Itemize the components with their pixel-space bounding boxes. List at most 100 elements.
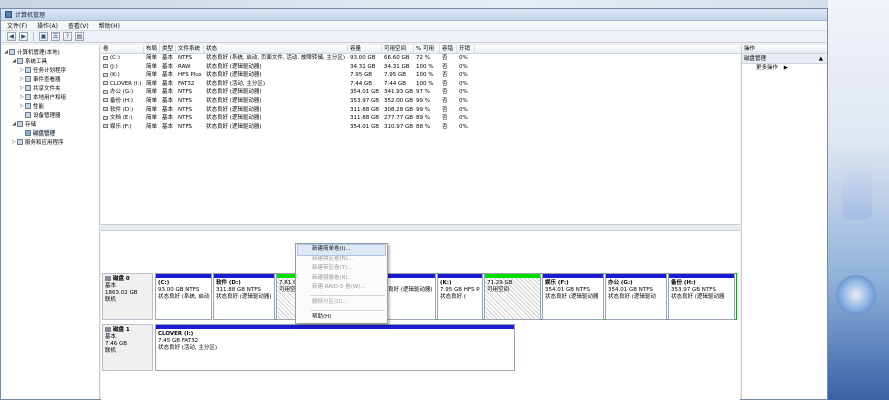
tree-node-icon bbox=[25, 129, 31, 136]
table-row[interactable]: 娱乐 (F:) 简单 基本 NTFS 状态良好 (逻辑驱动器) 354.01 GB 310.… bbox=[101, 123, 740, 132]
table-cell: 否 bbox=[442, 115, 448, 122]
disk-0-label[interactable]: 磁盘 0 基本 1863.02 GB 联机 bbox=[102, 273, 153, 320]
tree-item[interactable]: ▷ 性能 bbox=[1, 101, 99, 110]
disk-1-row: 磁盘 1 基本 7.46 GB 联机 CLOVER (I:) 7.45 GB FA… bbox=[101, 324, 740, 371]
partition-text: 备份 (H:) 353.97 GB NTFS 状态良好 (逻辑驱动器 bbox=[671, 280, 732, 301]
context-menu-item: 新建镜像卷(R)... bbox=[312, 274, 353, 281]
disk-0-partition[interactable]: (C:) 93.00 GB NTFS 状态良好 (系统, 启动 bbox=[155, 273, 212, 320]
menu-separator bbox=[310, 294, 385, 296]
table-cell: 基本 bbox=[162, 123, 174, 130]
tree-node-icon bbox=[25, 66, 31, 73]
context-menu-item: 删除分区(D)... bbox=[312, 298, 348, 305]
table-cell: 354.01 GB bbox=[350, 123, 380, 130]
title-bar[interactable]: 计算机管理 bbox=[1, 9, 827, 21]
disk-0-partition[interactable]: 软件 (D:) 311.88 GB NTFS 状态良好 (逻辑驱动器) bbox=[213, 273, 275, 320]
disk-0-partition[interactable]: (K:) 7.95 GB HFS P 状态良好 ( bbox=[437, 273, 483, 320]
column-header[interactable]: 卷 bbox=[101, 45, 144, 53]
column-header[interactable]: 布局 bbox=[144, 45, 160, 53]
tree-item[interactable]: ◢ 系统工具 bbox=[1, 56, 99, 65]
disk-1-status: 联机 bbox=[105, 348, 117, 354]
column-header[interactable]: 文件系统 bbox=[176, 45, 204, 53]
table-cell: 0% bbox=[459, 115, 468, 122]
table-cell: 娱乐 (F:) bbox=[101, 123, 144, 132]
table-cell: 100 % bbox=[416, 80, 434, 87]
partition-size: 7.95 GB HFS P bbox=[440, 287, 480, 293]
back-icon[interactable]: ◀ bbox=[7, 32, 16, 41]
table-cell: CLOVER (I:) bbox=[101, 80, 144, 89]
table-cell: 否 bbox=[442, 72, 448, 79]
partition-text: 办公 (G:) 354.01 GB NTFS 状态良好 (逻辑驱动 bbox=[608, 280, 664, 301]
disk-1-type: 基本 bbox=[105, 334, 117, 340]
table-cell: NTFS bbox=[178, 115, 193, 122]
disk-0-partition[interactable]: 娱乐 (F:) 354.01 GB NTFS 状态良好 (逻辑驱动器 bbox=[542, 273, 604, 320]
table-row[interactable]: CLOVER (I:) 简单 基本 FAT32 状态良好 (活动, 主分区) 7.44 G… bbox=[101, 80, 740, 89]
tree-node-icon bbox=[25, 75, 31, 82]
tree-item[interactable]: ▷ 共享文件夹 bbox=[1, 83, 99, 92]
column-header[interactable]: 开销 bbox=[457, 45, 475, 53]
context-menu-item: 新建 RAID-5 卷(W)... bbox=[312, 284, 366, 291]
table-cell: 353.97 GB bbox=[350, 97, 380, 104]
disk-0-partition[interactable]: 办公 (G:) 354.01 GB NTFS 状态良好 (逻辑驱动 bbox=[605, 273, 667, 320]
table-cell: NTFS bbox=[178, 97, 193, 104]
table-cell: 0% bbox=[459, 106, 468, 113]
column-header[interactable]: 状态 bbox=[204, 45, 348, 53]
tree-item[interactable]: ▷ 任务计划程序 bbox=[1, 65, 99, 74]
desktop-decoration-circle bbox=[836, 275, 876, 315]
tree-item[interactable]: ▷ 本地用户和组 bbox=[1, 92, 99, 101]
column-header[interactable]: % 可用 bbox=[414, 45, 440, 53]
column-header[interactable]: 容错 bbox=[440, 45, 457, 53]
disk-0-partition[interactable]: 71.29 GB 可用空间 bbox=[484, 273, 541, 320]
tree-item[interactable]: ◢ 计算机管理(本地) bbox=[1, 47, 99, 56]
partition-text: 娱乐 (F:) 354.01 GB NTFS 状态良好 (逻辑驱动器 bbox=[545, 280, 601, 301]
disk-0-type: 基本 bbox=[105, 283, 117, 289]
context-menu-item[interactable]: 新建简单卷(I)... bbox=[297, 244, 386, 256]
menu-view[interactable]: 查看(V) bbox=[68, 21, 89, 30]
table-row[interactable]: (J:) 简单 基本 RAW 状态良好 (逻辑驱动器) 34.31 GB 34.31 GB 1… bbox=[101, 63, 740, 72]
tree-node-icon bbox=[17, 138, 23, 145]
folder-icon[interactable]: ▣ bbox=[39, 32, 48, 41]
table-cell: 状态良好 (活动, 主分区) bbox=[206, 80, 266, 87]
context-menu-item[interactable]: 帮助(H) bbox=[298, 313, 385, 323]
list-view-icon[interactable]: ☰ bbox=[51, 32, 60, 41]
volume-icon bbox=[103, 124, 108, 129]
table-cell: 341.93 GB bbox=[384, 89, 414, 96]
tree-item-label: 本地用户和组 bbox=[33, 94, 67, 101]
table-cell: 99 % bbox=[416, 97, 430, 104]
table-row[interactable]: (C:) 简单 基本 NTFS 状态良好 (系统, 启动, 页面文件, 活动, 故障转储… bbox=[101, 54, 740, 63]
partition-name: 办公 (G:) bbox=[608, 280, 633, 286]
table-row[interactable]: 办公 (G:) 简单 基本 NTFS 状态良好 (逻辑驱动器) 354.01 GB 341.… bbox=[101, 88, 740, 97]
tree-item[interactable]: 磁盘管理 bbox=[1, 128, 99, 137]
menu-file[interactable]: 文件(F) bbox=[7, 21, 27, 30]
table-row[interactable]: 软件 (D:) 简单 基本 NTFS 状态良好 (逻辑驱动器) 311.88 GB 308.… bbox=[101, 106, 740, 115]
menu-help[interactable]: 帮助(H) bbox=[99, 21, 120, 30]
table-row[interactable]: 备份 (H:) 简单 基本 NTFS 状态良好 (逻辑驱动器) 353.97 GB 352.… bbox=[101, 97, 740, 106]
menu-action[interactable]: 操作(A) bbox=[37, 21, 58, 30]
disk-1-partition[interactable]: CLOVER (I:) 7.45 GB FAT32 状态良好 (活动, 主分区) bbox=[155, 324, 515, 371]
forward-icon[interactable]: ▶ bbox=[19, 32, 28, 41]
column-header[interactable]: 类型 bbox=[160, 45, 176, 53]
table-row[interactable]: 文档 (E:) 简单 基本 NTFS 状态良好 (逻辑驱动器) 311.88 GB 277.… bbox=[101, 114, 740, 123]
properties-icon[interactable]: ▤ bbox=[75, 32, 84, 41]
table-row[interactable]: (K:) 简单 基本 HFS Plus 状态良好 (逻辑驱动器) 7.95 GB 7.95 … bbox=[101, 71, 740, 80]
column-header[interactable]: 可用空间 bbox=[382, 45, 414, 53]
disk-0-partition[interactable]: 备份 (H:) 353.97 GB NTFS 状态良好 (逻辑驱动器 bbox=[668, 273, 735, 320]
table-cell: 状态良好 (逻辑驱动器) bbox=[206, 72, 262, 79]
tree-node-icon bbox=[17, 57, 23, 64]
disk-1-label[interactable]: 磁盘 1 基本 7.46 GB 联机 bbox=[102, 324, 153, 371]
column-header[interactable]: 容量 bbox=[348, 45, 382, 53]
help-icon[interactable]: ? bbox=[63, 32, 72, 41]
collapse-icon[interactable]: ▲ bbox=[819, 54, 823, 63]
table-cell: 7.95 GB bbox=[384, 72, 407, 79]
more-actions[interactable]: 更多操作 ▶ bbox=[742, 64, 827, 73]
tree-item[interactable]: ▷ 服务和应用程序 bbox=[1, 137, 99, 146]
disk-icon bbox=[105, 276, 111, 281]
table-cell: 简单 bbox=[146, 80, 158, 87]
menu-bar: 文件(F) 操作(A) 查看(V) 帮助(H) bbox=[1, 21, 827, 31]
partition-name: 备份 (H:) bbox=[671, 280, 696, 286]
tree-item[interactable]: ◢ 存储 bbox=[1, 119, 99, 128]
table-cell: 简单 bbox=[146, 115, 158, 122]
tree-item[interactable]: 设备管理器 bbox=[1, 110, 99, 119]
table-cell: 简单 bbox=[146, 55, 158, 61]
tree-item[interactable]: ▷ 事件查看器 bbox=[1, 74, 99, 83]
actions-section-disk-management[interactable]: 磁盘管理 ▲ bbox=[742, 54, 827, 64]
